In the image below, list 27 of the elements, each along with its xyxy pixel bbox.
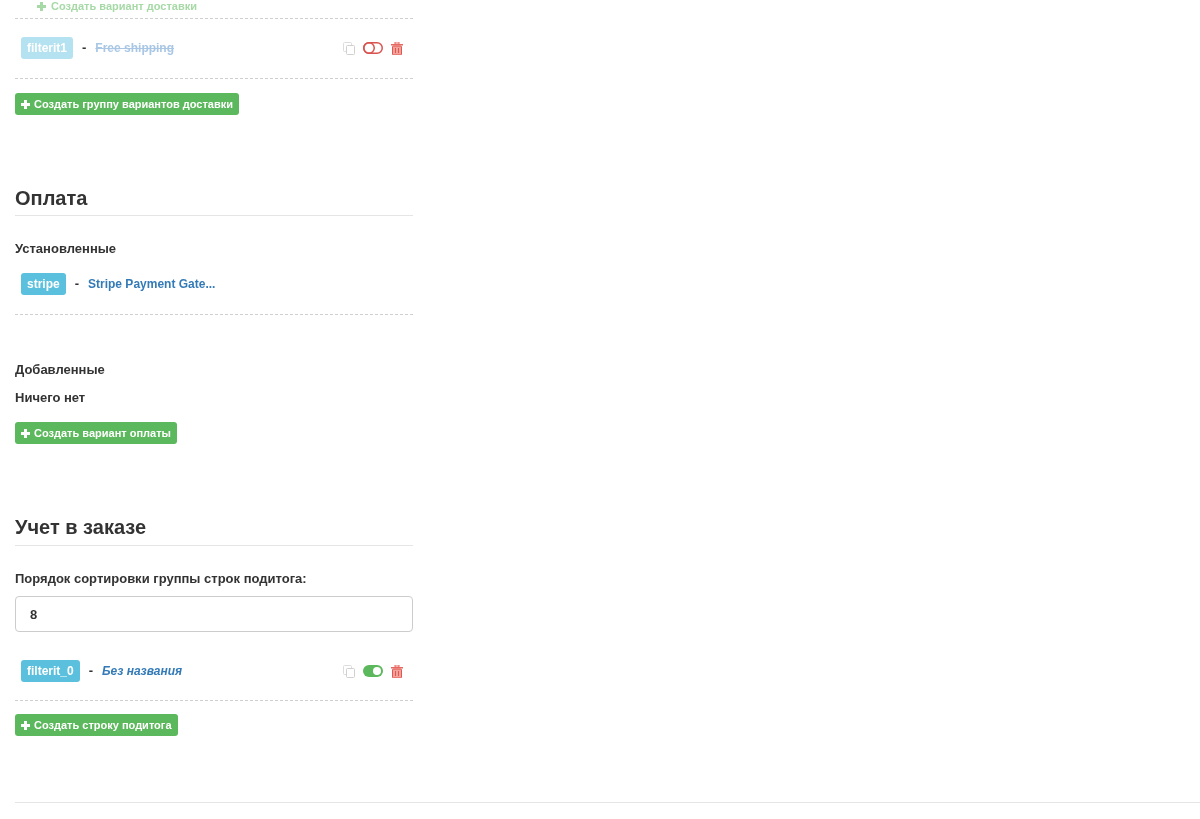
plus-icon: [21, 428, 30, 438]
plus-icon: [21, 99, 30, 109]
item-name-link[interactable]: Без названия: [102, 662, 183, 680]
item-name-link[interactable]: Stripe Payment Gate...: [88, 275, 216, 293]
create-button[interactable]: Создать строку подитога: [15, 714, 178, 736]
sort-order-input[interactable]: 8: [15, 596, 413, 632]
plus-icon: [37, 1, 46, 11]
section-heading: Учет в заказе: [15, 515, 413, 546]
section-heading: Оплата: [15, 186, 413, 216]
subsection-title: Добавленные: [15, 361, 106, 379]
trash-icon[interactable]: [391, 41, 403, 55]
separator-dash: -: [82, 39, 87, 58]
trash-icon[interactable]: [391, 664, 403, 678]
subsection-title: Установленные: [15, 240, 118, 258]
field-label: Порядок сортировки группы строк подитога:: [15, 570, 308, 588]
code-badge: filterit1: [21, 37, 73, 59]
separator-dash: -: [88, 662, 94, 681]
item-name-link[interactable]: Free shipping: [95, 39, 175, 57]
toggle-icon[interactable]: [363, 665, 383, 677]
code-badge: stripe: [21, 273, 66, 295]
toggle-icon[interactable]: [363, 42, 383, 54]
plus-icon: [21, 720, 30, 730]
separator-dash: -: [74, 275, 80, 294]
create-button[interactable]: Создать группу вариантов доставки: [15, 93, 239, 115]
code-badge: filterit_0: [21, 660, 80, 682]
create-button[interactable]: Создать вариант оплаты: [15, 422, 177, 444]
empty-state-text: Ничего нет: [15, 389, 87, 407]
